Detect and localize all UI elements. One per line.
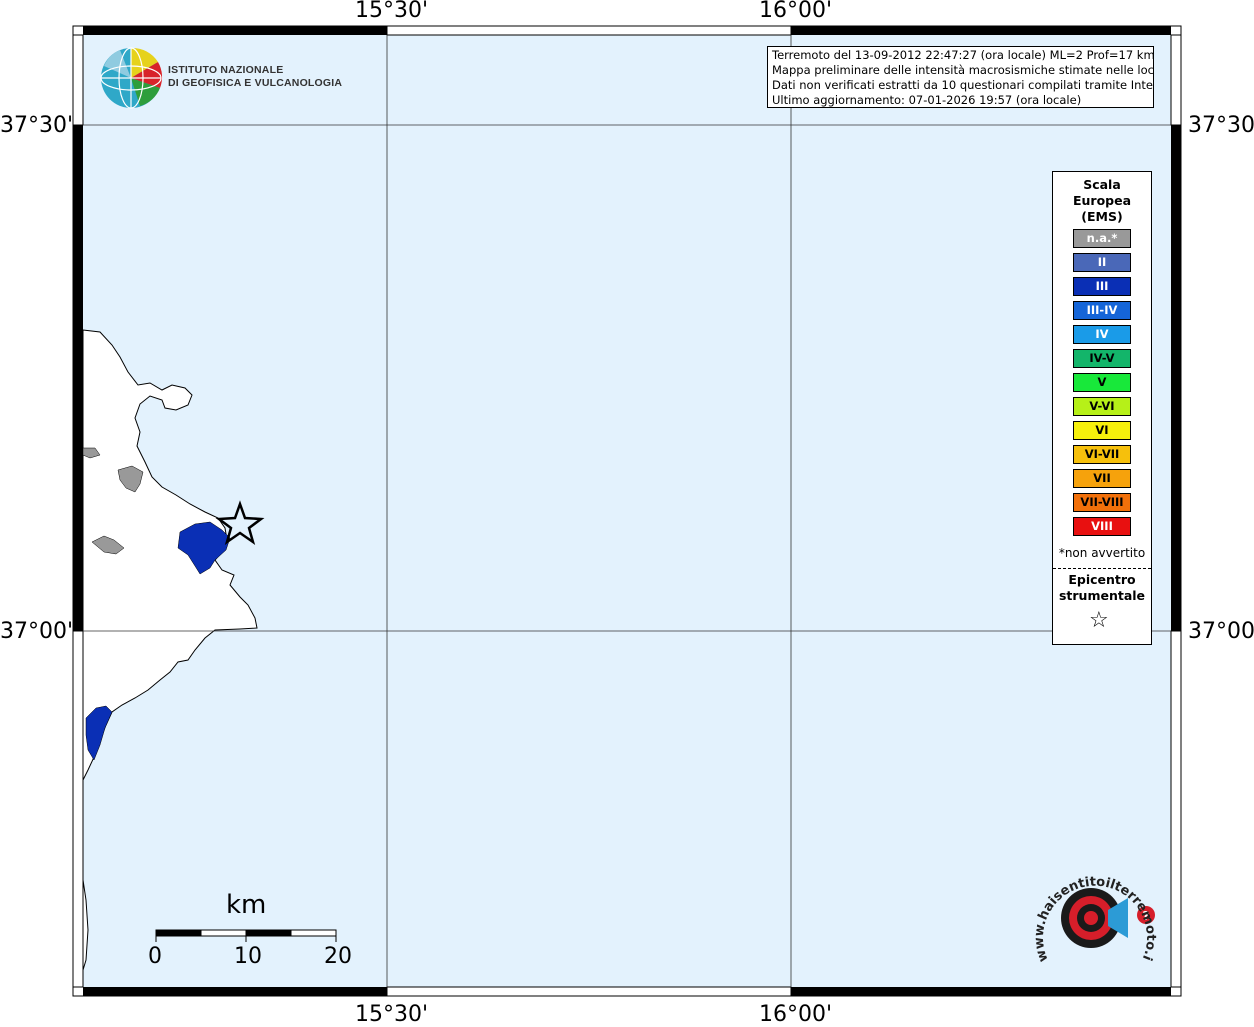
event-info-box: Terremoto del 13-09-2012 22:47:27 (ora l…	[767, 46, 1154, 108]
sea-area	[83, 35, 1171, 987]
axis-label-right-2: 37°00'	[1188, 619, 1254, 644]
axis-label-top-2: 16°00'	[759, 0, 833, 23]
legend-item: IV	[1073, 325, 1131, 344]
scale-tick-0: 0	[148, 944, 162, 969]
scale-tick-10: 10	[234, 944, 262, 969]
legend-title: Scala Europea (EMS)	[1053, 177, 1151, 225]
legend-item: V	[1073, 373, 1131, 392]
legend-epicenter-label: Epicentro strumentale	[1053, 572, 1151, 604]
legend-item: VII	[1073, 469, 1131, 488]
ingv-logo-text: ISTITUTO NAZIONALE DI GEOFISICA E VULCAN…	[168, 64, 342, 90]
axis-label-left-1: 37°30'	[0, 113, 74, 138]
info-line-1: Terremoto del 13-09-2012 22:47:27 (ora l…	[772, 48, 1154, 62]
legend-star-icon: ☆	[1089, 608, 1109, 633]
info-line-2: Mappa preliminare delle intensità macros…	[772, 63, 1154, 77]
legend-item: n.a.*	[1073, 229, 1131, 248]
legend-item: VI	[1073, 421, 1131, 440]
legend-item: IV-V	[1073, 349, 1131, 368]
axis-label-right-1: 37°30'	[1188, 113, 1254, 138]
ingv-line-2: DI GEOFISICA E VULCANOLOGIA	[168, 77, 343, 89]
info-line-4: Ultimo aggiornamento: 07-01-2026 19:57 (…	[772, 93, 1082, 107]
axis-label-top-1: 15°30'	[355, 0, 429, 23]
legend-epicenter-1: Epicentro	[1068, 572, 1136, 587]
axis-label-bottom-1: 15°30'	[355, 1002, 429, 1027]
legend-item: VII-VIII	[1073, 493, 1131, 512]
legend-item: VIII	[1073, 517, 1131, 536]
legend-item: VI-VII	[1073, 445, 1131, 464]
intensity-legend: Scala Europea (EMS) n.a.* II III III-IV IV IV…	[1052, 171, 1152, 645]
scale-unit: km	[226, 890, 267, 920]
legend-item: III	[1073, 277, 1131, 296]
scale-tick-20: 20	[324, 944, 352, 969]
legend-note: *non avvertito	[1058, 546, 1146, 560]
legend-title-2: Europea	[1072, 193, 1132, 208]
legend-title-1: Scala	[1083, 177, 1121, 192]
info-line-3: Dati non verificati estratti da 10 quest…	[772, 78, 1154, 92]
axis-label-bottom-2: 16°00'	[759, 1002, 833, 1027]
legend-item: V-VI	[1073, 397, 1131, 416]
axis-label-left-2: 37°00'	[0, 619, 74, 644]
ingv-line-1: ISTITUTO NAZIONALE	[168, 64, 284, 76]
legend-divider	[1053, 568, 1151, 569]
legend-title-3: (EMS)	[1081, 209, 1123, 224]
legend-item: III-IV	[1073, 301, 1131, 320]
legend-item: II	[1073, 253, 1131, 272]
legend-epicenter-2: strumentale	[1058, 588, 1146, 603]
